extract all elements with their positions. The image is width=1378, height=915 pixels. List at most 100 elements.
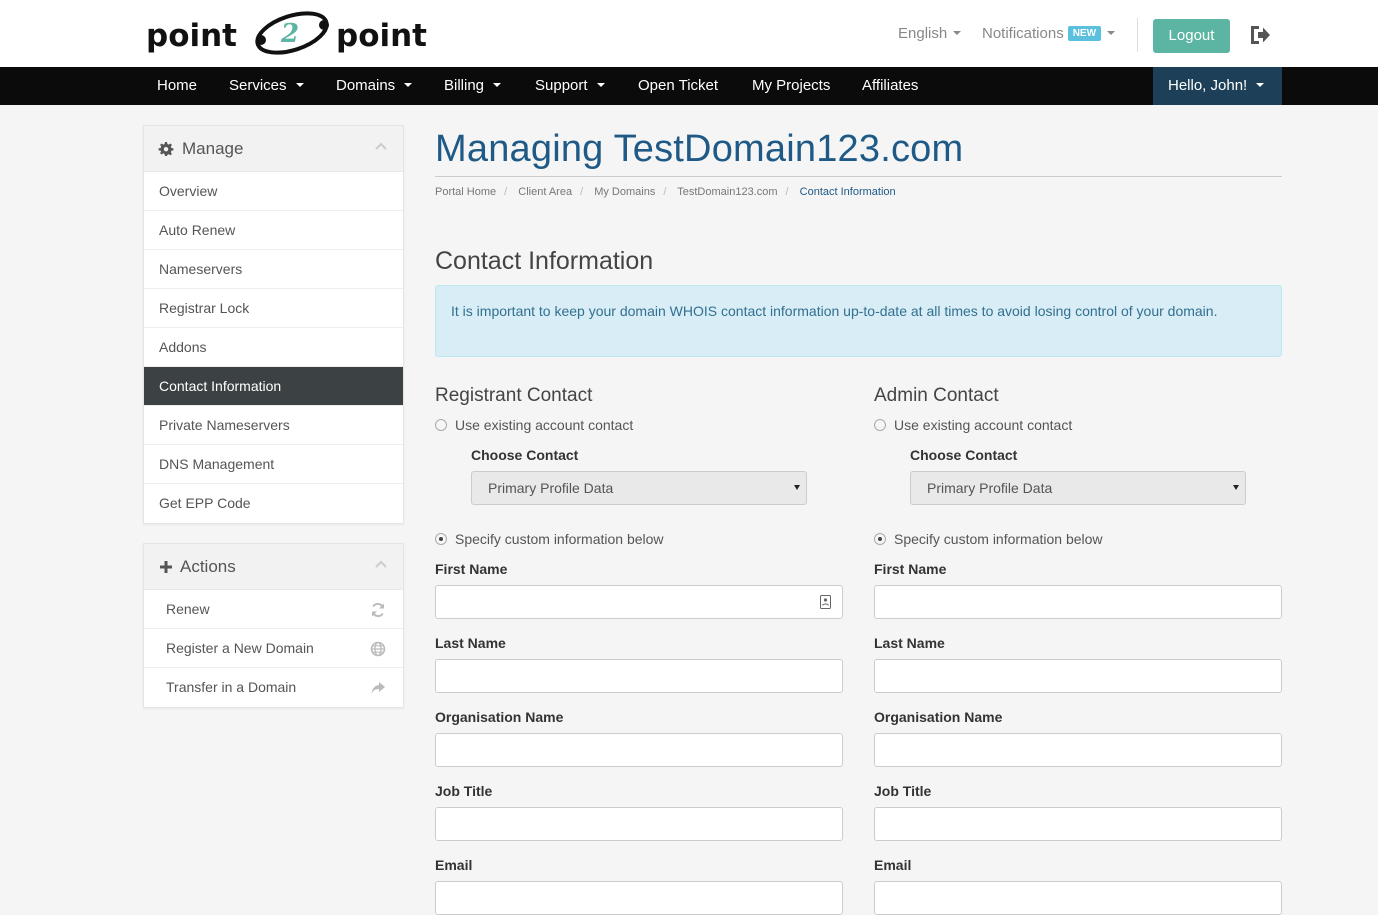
action-label: Transfer in a Domain [166, 679, 297, 695]
email-field[interactable] [874, 881, 1282, 915]
chevron-up-icon[interactable] [375, 142, 387, 150]
sidebar-item-private-nameservers[interactable]: Private Nameservers [144, 406, 403, 445]
email-field[interactable] [435, 881, 843, 915]
contact-card-icon[interactable] [820, 595, 831, 609]
organisation-name-field[interactable] [874, 733, 1282, 767]
job-title-label: Job Title [435, 783, 493, 799]
actions-title: Actions [180, 557, 236, 576]
admin-contact-title: Admin Contact [874, 385, 999, 406]
breadcrumb: Portal Home / Client Area / My Domains / Te… [435, 186, 896, 198]
registrant-contact-column: Registrant Contact Use existing account … [435, 385, 843, 915]
svg-text:point: point [336, 18, 427, 54]
last-name-field[interactable] [435, 659, 843, 693]
user-menu[interactable]: Hello, John! [1153, 67, 1282, 105]
nav-billing[interactable]: Billing [444, 67, 502, 105]
brand-logo[interactable]: point 2 point [146, 8, 438, 58]
breadcrumb-portal-home[interactable]: Portal Home [435, 186, 496, 198]
logo-mark: point 2 point [146, 11, 427, 55]
radio-button[interactable] [874, 533, 886, 545]
info-alert: It is important to keep your domain WHOI… [435, 285, 1282, 357]
sidebar-item-get-epp-code[interactable]: Get EPP Code [144, 484, 403, 523]
sidebar-item-dns-management[interactable]: DNS Management [144, 445, 403, 484]
sidebar-item-addons[interactable]: Addons [144, 328, 403, 367]
manage-panel: Manage Overview Auto Renew Nameservers R… [143, 125, 404, 524]
organisation-name-label: Organisation Name [435, 709, 564, 725]
actions-panel-header[interactable]: Actions [144, 544, 403, 590]
breadcrumb-separator: / [663, 186, 667, 198]
radio-button[interactable] [435, 419, 447, 431]
radio-label: Specify custom information below [894, 531, 1103, 547]
select-value: Primary Profile Data [488, 480, 614, 496]
caret-down-icon [1107, 31, 1116, 35]
top-header: point 2 point English Notifications NEW L… [0, 0, 1378, 67]
section-title: Contact Information [435, 247, 654, 275]
new-badge: NEW [1067, 26, 1102, 41]
email-label: Email [874, 857, 912, 873]
nav-domains[interactable]: Domains [336, 67, 413, 105]
sidebar-item-registrar-lock[interactable]: Registrar Lock [144, 289, 403, 328]
breadcrumb-my-domains[interactable]: My Domains [594, 186, 655, 198]
first-name-label: First Name [435, 561, 508, 577]
action-transfer-domain[interactable]: Transfer in a Domain [144, 668, 403, 707]
user-greeting: Hello, John! [1168, 77, 1248, 94]
first-name-field[interactable] [435, 585, 843, 619]
caret-down-icon [295, 83, 304, 87]
breadcrumb-separator: / [785, 186, 789, 198]
choose-contact-select[interactable]: Primary Profile Data [471, 471, 807, 505]
choose-contact-label: Choose Contact [471, 447, 579, 463]
nav-label: Affiliates [862, 77, 919, 94]
job-title-field[interactable] [435, 807, 843, 841]
sidebar-item-overview[interactable]: Overview [144, 172, 403, 211]
nav-open-ticket[interactable]: Open Ticket [638, 67, 718, 105]
radio-button[interactable] [435, 533, 447, 545]
nav-label: Domains [336, 77, 396, 94]
organisation-name-field[interactable] [435, 733, 843, 767]
first-name-field[interactable] [874, 585, 1282, 619]
nav-label: My Projects [752, 77, 831, 94]
last-name-label: Last Name [435, 635, 506, 651]
nav-affiliates[interactable]: Affiliates [862, 67, 918, 105]
action-register-domain[interactable]: Register a New Domain [144, 629, 403, 668]
svg-text:2: 2 [280, 19, 299, 49]
nav-label: Open Ticket [638, 77, 719, 94]
notifications-label: Notifications [982, 25, 1064, 42]
radio-button[interactable] [874, 419, 886, 431]
registrant-use-existing-option[interactable]: Use existing account contact [435, 417, 633, 433]
job-title-field[interactable] [874, 807, 1282, 841]
caret-down-icon [404, 83, 413, 87]
nav-services[interactable]: Services [229, 67, 304, 105]
radio-label: Specify custom information below [455, 531, 664, 547]
registrant-custom-option[interactable]: Specify custom information below [435, 531, 664, 547]
svg-text:point: point [146, 18, 237, 54]
page-title: Managing TestDomain123.com [435, 128, 964, 170]
breadcrumb-current: Contact Information [799, 186, 896, 198]
last-name-label: Last Name [874, 635, 945, 651]
nav-my-projects[interactable]: My Projects [752, 67, 830, 105]
breadcrumb-client-area[interactable]: Client Area [518, 186, 572, 198]
sidebar-item-contact-information[interactable]: Contact Information [144, 367, 403, 406]
logout-button[interactable]: Logout [1153, 19, 1230, 53]
radio-label: Use existing account contact [455, 417, 634, 433]
language-label: English [898, 25, 948, 42]
caret-down-icon [1256, 83, 1265, 87]
nav-label: Services [229, 77, 287, 94]
sidebar-item-nameservers[interactable]: Nameservers [144, 250, 403, 289]
nav-support[interactable]: Support [535, 67, 605, 105]
action-label: Renew [166, 601, 210, 617]
language-dropdown[interactable]: English [898, 25, 962, 42]
manage-panel-header[interactable]: Manage [144, 126, 403, 172]
choose-contact-select[interactable]: Primary Profile Data [910, 471, 1246, 505]
breadcrumb-domain[interactable]: TestDomain123.com [677, 186, 777, 198]
action-renew[interactable]: Renew [144, 590, 403, 629]
sign-out-icon[interactable] [1248, 22, 1272, 48]
admin-custom-option[interactable]: Specify custom information below [874, 531, 1103, 547]
breadcrumb-separator: / [504, 186, 508, 198]
notifications-dropdown[interactable]: Notifications NEW [982, 25, 1116, 42]
last-name-field[interactable] [874, 659, 1282, 693]
action-label: Register a New Domain [166, 640, 314, 656]
sidebar-item-auto-renew[interactable]: Auto Renew [144, 211, 403, 250]
admin-use-existing-option[interactable]: Use existing account contact [874, 417, 1072, 433]
nav-home[interactable]: Home [157, 67, 197, 105]
chevron-up-icon[interactable] [375, 560, 387, 568]
share-arrow-icon [371, 682, 385, 694]
